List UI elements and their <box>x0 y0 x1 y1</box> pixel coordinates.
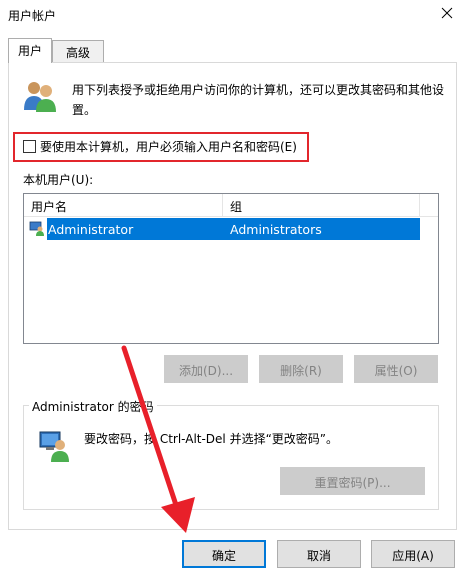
require-login-label[interactable]: 要使用本计算机，用户必须输入用户名和密码(E) <box>40 138 297 155</box>
cancel-button[interactable]: 取消 <box>277 540 361 568</box>
computer-user-icon <box>39 431 69 462</box>
tab-users-label: 用户 <box>17 44 42 58</box>
reset-password-button[interactable]: 重置密码(P)... <box>280 467 425 495</box>
user-row-icon <box>29 221 44 236</box>
column-header-group[interactable]: 组 <box>223 194 420 216</box>
column-header-username[interactable]: 用户名 <box>24 194 223 216</box>
properties-button[interactable]: 属性(O) <box>354 355 438 383</box>
password-group-title: Administrator 的密码 <box>29 398 157 415</box>
window-title: 用户帐户 <box>8 9 57 23</box>
tab-advanced[interactable]: 高级 <box>52 40 104 62</box>
close-icon[interactable] <box>437 3 457 23</box>
apply-button[interactable]: 应用(A) <box>371 540 455 568</box>
require-login-checkbox[interactable] <box>23 140 36 153</box>
cell-username: Administrator <box>48 222 134 237</box>
title-bar: 用户帐户 <box>0 0 463 30</box>
column-header-filler <box>420 194 438 216</box>
local-users-label: 本机用户(U): <box>23 173 94 187</box>
ok-button[interactable]: 确定 <box>182 540 266 568</box>
delete-user-button[interactable]: 删除(R) <box>259 355 343 383</box>
users-icon <box>24 82 56 112</box>
add-user-button[interactable]: 添加(D)... <box>164 355 248 383</box>
header-divider <box>24 216 438 217</box>
tab-advanced-label: 高级 <box>65 46 90 60</box>
tab-users[interactable]: 用户 <box>8 38 52 63</box>
cell-group: Administrators <box>230 222 322 237</box>
table-row[interactable]: Administrator Administrators <box>47 218 420 240</box>
description-text: 用下列表授予或拒绝用户访问你的计算机，还可以更改其密码和其他设置。 <box>72 83 445 117</box>
users-list-view[interactable]: 用户名 组 Administrator Administrators <box>23 193 439 344</box>
password-instruction-text: 要改密码，按 Ctrl-Alt-Del 并选择“更改密码”。 <box>84 432 339 446</box>
